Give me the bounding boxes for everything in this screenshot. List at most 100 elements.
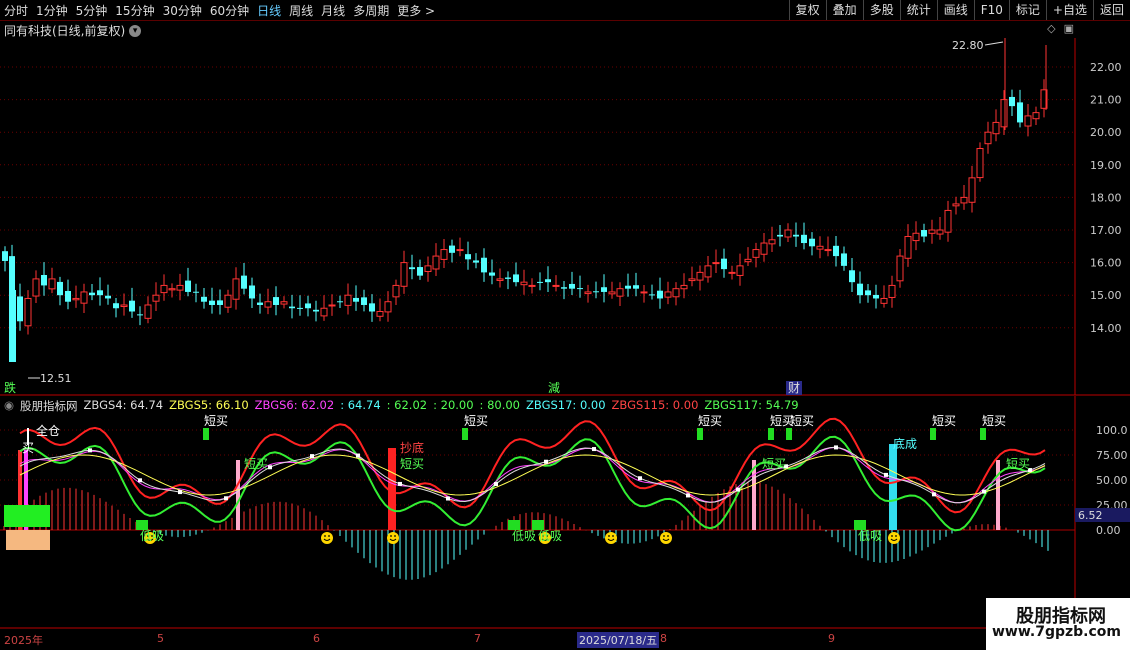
smiley-eye-left	[891, 535, 893, 537]
low-price-label: 12.51	[40, 372, 72, 385]
candle-1	[9, 256, 15, 296]
smiley-eye-left	[324, 535, 326, 537]
marker-die: 跌	[4, 380, 16, 395]
ind-bar-pink-0	[236, 460, 240, 530]
indicator-value-9: ZBGS117: 54.79	[704, 398, 799, 412]
ind-shortbuy-mark-6	[980, 428, 986, 440]
candle-2	[17, 296, 23, 322]
ind-settings-icon[interactable]: ◉	[4, 398, 14, 414]
candle-43	[344, 294, 352, 306]
candle-9	[72, 297, 80, 301]
candle-26	[209, 300, 215, 305]
candle-71	[569, 283, 575, 289]
candle-56	[449, 245, 455, 253]
ind-block-green	[4, 505, 50, 527]
ind-point-5	[310, 454, 314, 459]
candle-68	[545, 279, 551, 283]
candle-24	[193, 291, 199, 293]
candle-97	[777, 234, 783, 237]
candle-105	[841, 253, 847, 266]
candle-first	[9, 290, 16, 362]
candle-104	[833, 245, 839, 257]
smiley-icon	[888, 532, 900, 544]
candle-121	[968, 177, 976, 203]
label-short-buy-1: 短买	[204, 414, 228, 428]
ind-point-13	[686, 493, 690, 498]
smiley-icon	[605, 532, 617, 544]
candle-80	[640, 291, 648, 294]
price-tick-7: 15.00	[1090, 289, 1122, 302]
candle-36	[289, 306, 295, 309]
label-short-buy-6: 短买	[932, 414, 956, 428]
date-m9: 9	[828, 632, 835, 645]
candle-101	[809, 238, 815, 247]
date-m7: 7	[474, 632, 481, 645]
candle-89	[712, 262, 720, 265]
ind-point-6	[356, 453, 360, 458]
candle-41	[328, 304, 336, 307]
candle-115	[921, 230, 927, 237]
candle-62	[496, 278, 504, 281]
candle-10	[80, 291, 88, 304]
smiley-icon	[321, 532, 333, 544]
candle-111	[888, 284, 896, 298]
candle-74	[593, 291, 599, 293]
candle-48	[384, 301, 392, 313]
date-m8: 8	[660, 632, 667, 645]
candle-108	[865, 290, 871, 296]
candle-76	[608, 291, 616, 295]
candle-92	[736, 265, 744, 276]
candle-19	[152, 294, 160, 302]
label-short-buy-7: 短买	[982, 414, 1006, 428]
candle-64	[513, 274, 519, 283]
indicator-value-1: ZBGS5: 66.10	[169, 398, 249, 412]
high-price-label: 22.80	[952, 39, 984, 52]
candle-29	[232, 278, 240, 300]
ind-shortbuy-mark-5	[930, 428, 936, 440]
indicator-name[interactable]: 股朋指标网	[20, 398, 78, 414]
candle-87	[696, 271, 704, 281]
candle-44	[353, 297, 359, 302]
candle-129	[1032, 112, 1040, 120]
candle-11	[89, 292, 95, 296]
ind-point-3	[224, 496, 228, 501]
candle-34	[273, 297, 279, 305]
kline-chart: 22.00 21.00 20.00 19.00 18.00 17.00 16.00 15.00…	[0, 38, 1130, 629]
candle-123	[984, 131, 992, 145]
candle-107	[857, 283, 863, 296]
price-tick-5: 17.00	[1090, 224, 1122, 237]
date-m6: 6	[313, 632, 320, 645]
indicator-value-0: ZBGS4: 64.74	[83, 398, 164, 412]
indicator-current-value: 6.52	[1078, 509, 1103, 522]
candle-25	[201, 296, 207, 302]
indicator-value-5: : 20.00	[433, 398, 474, 412]
smiley-eye-right	[328, 535, 330, 537]
candle-106	[849, 270, 855, 283]
ind-shortbuy-mark-0	[203, 428, 209, 440]
candle-27	[217, 300, 223, 305]
ind-point-0	[88, 448, 92, 453]
label-short-buy-g2: 短买	[400, 457, 424, 471]
candle-15	[120, 304, 128, 307]
candle-120	[960, 196, 968, 204]
ind-bar-cyan-big	[889, 444, 897, 530]
label-short-buy-g4: 短买	[1006, 457, 1030, 471]
candle-23	[185, 280, 191, 292]
label-full-position: 全仓	[36, 423, 60, 438]
candle-67	[537, 281, 543, 283]
candle-55	[440, 249, 448, 260]
ind-shortbuy-mark-2	[697, 428, 703, 440]
smiley-eye-right	[612, 535, 614, 537]
label-absorb-2: 低吸	[512, 529, 536, 543]
candle-40	[320, 307, 328, 317]
candle-28	[224, 294, 232, 308]
candle-118	[944, 209, 952, 233]
candle-116	[928, 229, 936, 234]
candle-61	[489, 272, 495, 276]
marker-cai: 财	[788, 381, 800, 395]
candle-124	[992, 121, 1000, 135]
candle-18	[144, 304, 152, 319]
ind-tick-1: 75.00	[1096, 449, 1128, 462]
candle-38	[305, 303, 311, 309]
candle-110	[880, 297, 888, 304]
